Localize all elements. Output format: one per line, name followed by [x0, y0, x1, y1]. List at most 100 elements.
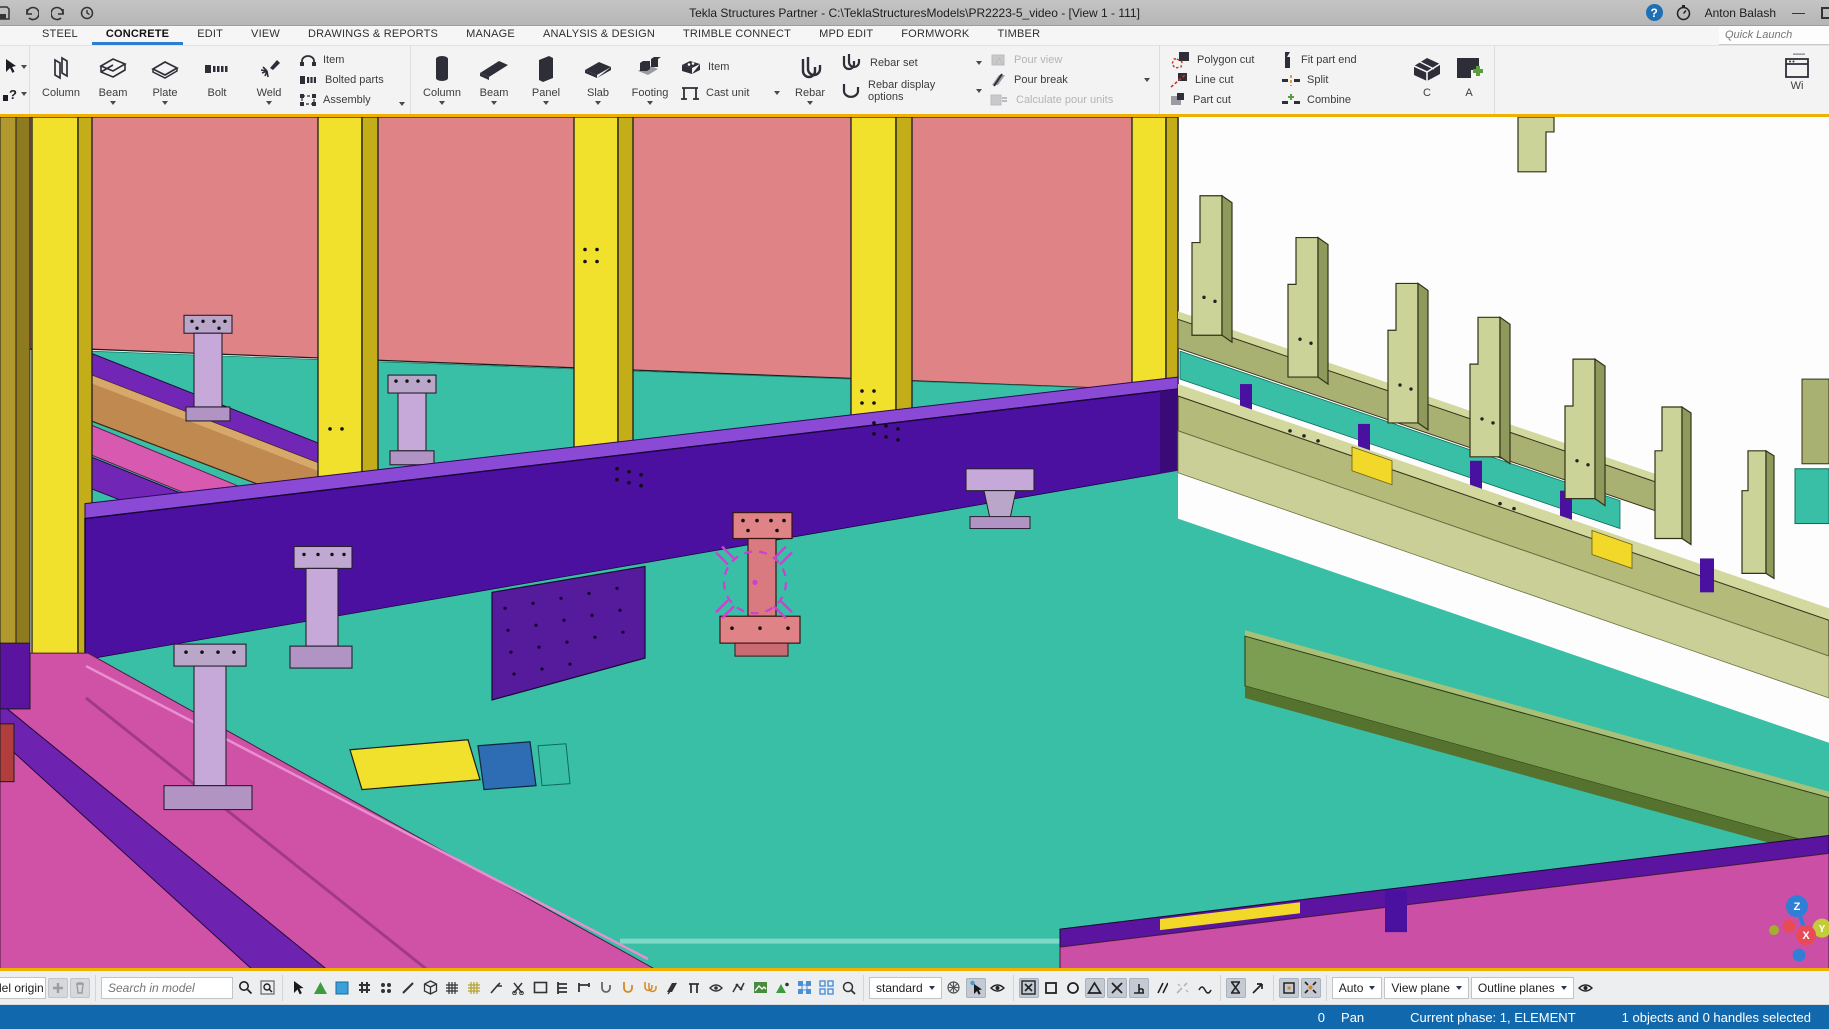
visibility-eye-icon[interactable] — [988, 978, 1008, 998]
minimize-button[interactable]: — — [1788, 5, 1809, 20]
rebar-set-button[interactable]: Rebar set — [840, 54, 982, 73]
window-button[interactable]: Wi — [1784, 56, 1810, 92]
select-planes-icon[interactable] — [552, 978, 572, 998]
snap-extensions-icon[interactable] — [1173, 978, 1193, 998]
split-button[interactable]: Split — [1281, 71, 1401, 90]
rebar-button[interactable]: Rebar — [784, 48, 836, 112]
concrete-slab-button[interactable]: Slab — [572, 48, 624, 112]
concrete-beam-button[interactable]: Beam — [468, 48, 520, 112]
select-points-icon[interactable] — [376, 978, 396, 998]
select-assemblies-icon[interactable] — [794, 978, 814, 998]
snap-points-icon[interactable] — [1019, 978, 1039, 998]
select-rebar-icon[interactable] — [596, 978, 616, 998]
concrete-item-button[interactable]: Item — [680, 57, 780, 76]
planes-visibility-eye-icon[interactable] — [1576, 978, 1596, 998]
select-parts-icon[interactable] — [310, 978, 330, 998]
pour-break-button[interactable]: Pour break — [990, 71, 1150, 90]
snap-override-depth-icon[interactable] — [1301, 978, 1321, 998]
part-cut-button[interactable]: Part cut — [1169, 90, 1273, 109]
steel-plate-button[interactable]: Plate — [139, 48, 191, 112]
restore-button[interactable] — [1821, 7, 1829, 19]
select-grid-icon[interactable] — [354, 978, 374, 998]
filter-wheel-icon[interactable] — [944, 978, 964, 998]
concrete-column-button[interactable]: Column — [416, 48, 468, 112]
select-pours-icon[interactable] — [662, 978, 682, 998]
model-view[interactable]: Y Z X — [0, 117, 1829, 968]
steel-assembly-button[interactable]: Assembly — [299, 90, 395, 109]
cut-part-button[interactable]: C — [1405, 48, 1449, 112]
tab-drawings-reports[interactable]: DRAWINGS & REPORTS — [294, 26, 452, 45]
select-locked-objects-icon[interactable] — [838, 978, 858, 998]
select-component-objects-icon[interactable] — [772, 978, 792, 998]
steel-weld-button[interactable]: Weld — [243, 48, 295, 112]
select-grids-dark-icon[interactable] — [442, 978, 462, 998]
tab-formwork[interactable]: FORMWORK — [887, 26, 983, 45]
steel-beam-button[interactable]: Beam — [87, 48, 139, 112]
rebar-display-options-button[interactable]: Rebar display options — [840, 76, 982, 106]
snap-free-icon[interactable] — [1248, 978, 1268, 998]
select-cuts-icon[interactable] — [508, 978, 528, 998]
select-views-icon[interactable] — [530, 978, 550, 998]
steel-item-button[interactable]: Item — [299, 51, 395, 70]
snap-depth-combo[interactable]: Auto — [1332, 977, 1383, 999]
smart-select-icon[interactable] — [966, 978, 986, 998]
calculate-pour-units-button[interactable]: Calculate pour units — [990, 90, 1150, 109]
snap-override-plane-icon[interactable] — [1279, 978, 1299, 998]
select-surface-objects-icon[interactable] — [706, 978, 726, 998]
tab-steel[interactable]: STEEL — [28, 26, 92, 45]
select-tool-button[interactable] — [2, 58, 27, 76]
stopwatch-icon[interactable] — [1675, 4, 1693, 22]
tab-edit[interactable]: EDIT — [183, 26, 237, 45]
snap-center-icon[interactable] — [1063, 978, 1083, 998]
snap-parallel-icon[interactable] — [1151, 978, 1171, 998]
selection-filter-combo[interactable]: standard — [869, 977, 942, 999]
model-viewport[interactable]: Y Z X — [0, 117, 1829, 971]
search-icon[interactable] — [235, 978, 255, 998]
tab-mpd-edit[interactable]: MPD EDIT — [805, 26, 887, 45]
quick-launch[interactable] — [1719, 26, 1829, 45]
tab-trimble-connect[interactable]: TRIMBLE CONNECT — [669, 26, 805, 45]
model-left-red-block[interactable] — [0, 724, 14, 782]
select-distances-icon[interactable] — [574, 978, 594, 998]
tab-concrete[interactable]: CONCRETE — [92, 26, 183, 45]
delete-button[interactable] — [70, 978, 90, 998]
select-rebar-group-icon[interactable] — [618, 978, 638, 998]
outline-planes-combo[interactable]: Outline planes — [1471, 977, 1574, 999]
ribbon-collapse-button[interactable]: — — [1793, 46, 1805, 60]
model-right-edge-olive[interactable] — [1802, 379, 1829, 464]
tab-timber[interactable]: TIMBER — [983, 26, 1054, 45]
select-rebar-set-icon[interactable] — [640, 978, 660, 998]
select-cursor-icon[interactable] — [288, 978, 308, 998]
concrete-panel-button[interactable]: Panel — [520, 48, 572, 112]
concrete-cast-unit-button[interactable]: Cast unit — [680, 84, 780, 103]
model-origin-combo[interactable]: del origin — [0, 977, 46, 999]
model-search[interactable] — [101, 977, 233, 999]
tab-analysis-design[interactable]: ANALYSIS & DESIGN — [529, 26, 669, 45]
select-surfaces-icon[interactable] — [332, 978, 352, 998]
search-window-icon[interactable] — [257, 978, 277, 998]
snap-midpoints-icon[interactable] — [1085, 978, 1105, 998]
model-left-purple-block[interactable] — [0, 643, 30, 709]
select-welds-icon[interactable] — [486, 978, 506, 998]
view-plane-combo[interactable]: View plane — [1384, 977, 1469, 999]
add-part-button[interactable]: A — [1449, 48, 1489, 112]
select-lines-icon[interactable] — [398, 978, 418, 998]
snap-nearest-icon[interactable] — [1195, 978, 1215, 998]
model-right-edge-teal[interactable] — [1795, 469, 1829, 524]
user-name[interactable]: Anton Balash — [1705, 6, 1776, 20]
select-pour-breaks-icon[interactable] — [684, 978, 704, 998]
snap-reference-icon[interactable] — [1226, 978, 1246, 998]
snap-endpoints-icon[interactable] — [1041, 978, 1061, 998]
select-solids-icon[interactable] — [420, 978, 440, 998]
tab-manage[interactable]: MANAGE — [452, 26, 529, 45]
redo-icon[interactable] — [50, 4, 68, 22]
history-icon[interactable] — [78, 4, 96, 22]
model-clip[interactable] — [1700, 558, 1714, 592]
model-edge-column[interactable] — [0, 117, 30, 657]
snap-perpendicular-icon[interactable] — [1129, 978, 1149, 998]
fit-part-end-button[interactable]: Fit part end — [1281, 51, 1401, 70]
snap-intersections-icon[interactable] — [1107, 978, 1127, 998]
pour-view-button[interactable]: Pour view — [990, 51, 1150, 70]
inquire-tool-button[interactable]: ? — [2, 86, 27, 102]
steel-bolt-button[interactable]: Bolt — [191, 48, 243, 112]
